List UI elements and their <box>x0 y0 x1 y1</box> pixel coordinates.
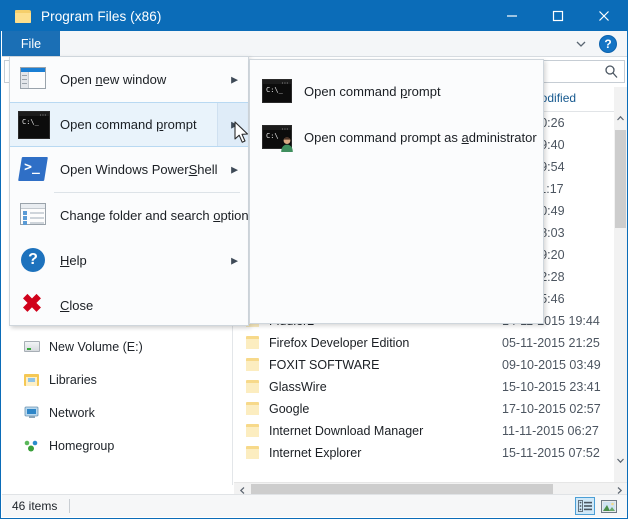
chevron-up-icon[interactable] <box>614 111 627 126</box>
vertical-scrollbar[interactable] <box>614 87 627 485</box>
large-icons-view-button[interactable] <box>599 497 619 515</box>
file-name: Firefox Developer Edition <box>269 336 502 350</box>
folder-icon <box>15 9 32 24</box>
folder-icon <box>246 380 261 394</box>
search-icon <box>604 64 619 79</box>
file-name: GlassWire <box>269 380 502 394</box>
file-name: Internet Download Manager <box>269 424 502 438</box>
status-divider <box>69 499 70 513</box>
sidebar-item-label: Homegroup <box>49 439 114 453</box>
folder-icon <box>246 446 261 460</box>
file-date: 15-10-2015 23:41 <box>502 380 614 394</box>
chevron-right-icon: ▶ <box>231 255 238 266</box>
network-icon <box>24 405 42 421</box>
file-date: 05-11-2015 21:25 <box>502 336 614 350</box>
table-row[interactable]: Internet Download Manager11-11-2015 06:2… <box>234 420 614 442</box>
window-controls <box>489 1 627 31</box>
window-title: Program Files (x86) <box>41 9 161 24</box>
sidebar-item-libraries[interactable]: Libraries <box>2 368 232 391</box>
menu-item-label: Change folder and search options <box>60 208 255 223</box>
table-row[interactable]: Google17-10-2015 02:57 <box>234 398 614 420</box>
minimize-button[interactable] <box>489 1 535 31</box>
sidebar-item-network[interactable]: Network <box>2 401 232 424</box>
menu-item-label: Open Windows PowerShell <box>60 162 218 177</box>
file-date: 17-10-2015 02:57 <box>502 402 614 416</box>
menu-item-help[interactable]: ? Help ▶ <box>10 238 248 283</box>
scrollbar-thumb[interactable] <box>615 130 626 228</box>
chevron-right-icon: ▶ <box>231 74 238 85</box>
sidebar-item-label: New Volume (E:) <box>49 340 143 354</box>
file-name: FOXIT SOFTWARE <box>269 358 502 372</box>
file-name: Internet Explorer <box>269 446 502 460</box>
status-bar: 46 items <box>2 494 627 517</box>
command-prompt-icon: •••C:\_ <box>262 79 292 103</box>
submenu-item-open-command-prompt[interactable]: •••C:\_ Open command prompt <box>250 68 543 114</box>
sidebar-item-label: Network <box>49 406 95 420</box>
table-row[interactable]: GlassWire15-10-2015 23:41 <box>234 376 614 398</box>
menu-item-open-command-prompt[interactable]: •••C:\_ Open command prompt ▶ <box>10 102 248 147</box>
menu-item-change-folder-options[interactable]: Change folder and search options <box>10 193 248 238</box>
sidebar-item-homegroup[interactable]: Homegroup <box>2 434 232 457</box>
chevron-right-icon: ▶ <box>231 119 238 130</box>
menu-item-label: Open command prompt <box>60 117 197 132</box>
close-button[interactable] <box>581 1 627 31</box>
menu-item-label: Open new window <box>60 72 166 87</box>
explorer-window: Program Files (x86) File ? <box>0 0 628 519</box>
menu-item-close[interactable]: ✖ Close <box>10 283 248 328</box>
menu-item-open-new-window[interactable]: Open new window ▶ <box>10 57 248 102</box>
folder-icon <box>246 358 261 372</box>
submenu-item-label: Open command prompt as administrator <box>304 130 537 145</box>
help-icon: ? <box>18 247 50 275</box>
command-prompt-icon: •••C:\_ <box>18 111 50 139</box>
sidebar-item-label: Libraries <box>49 373 97 387</box>
ribbon-tab-strip: File ? <box>2 31 627 57</box>
menu-item-label: Close <box>60 298 93 313</box>
command-prompt-submenu[interactable]: •••C:\_ Open command prompt •••C:\ Open … <box>249 59 544 324</box>
table-row[interactable]: FOXIT SOFTWARE09-10-2015 03:49 <box>234 354 614 376</box>
file-name: Google <box>269 402 502 416</box>
title-bar: Program Files (x86) <box>1 1 627 31</box>
file-date: 15-11-2015 07:52 <box>502 446 614 460</box>
close-x-icon: ✖ <box>18 292 50 320</box>
file-menu-dropdown[interactable]: Open new window ▶ •••C:\_ Open command p… <box>9 56 249 326</box>
libraries-icon <box>24 372 42 388</box>
submenu-item-label: Open command prompt <box>304 84 441 99</box>
chevron-right-icon: ▶ <box>231 164 238 175</box>
menu-item-label: Help <box>60 253 87 268</box>
details-view-button[interactable] <box>575 497 595 515</box>
folder-icon <box>246 402 261 416</box>
item-count-label: 46 items <box>12 499 57 513</box>
user-overlay-icon <box>280 136 294 152</box>
drive-icon <box>24 339 42 355</box>
powershell-icon: >_ <box>18 156 50 184</box>
menu-item-open-powershell[interactable]: >_ Open Windows PowerShell ▶ <box>10 147 248 192</box>
new-window-icon <box>18 66 50 94</box>
help-button[interactable]: ? <box>599 35 617 53</box>
view-buttons <box>575 497 619 515</box>
folder-options-icon <box>18 202 50 230</box>
maximize-button[interactable] <box>535 1 581 31</box>
folder-icon <box>246 424 261 438</box>
file-date: 11-11-2015 06:27 <box>502 424 614 438</box>
homegroup-icon <box>24 438 42 454</box>
table-row[interactable]: Firefox Developer Edition05-11-2015 21:2… <box>234 332 614 354</box>
submenu-item-open-command-prompt-admin[interactable]: •••C:\ Open command prompt as administra… <box>250 114 543 160</box>
chevron-down-icon[interactable] <box>614 453 627 468</box>
sidebar-item-new-volume[interactable]: New Volume (E:) <box>2 335 232 358</box>
tab-file[interactable]: File <box>2 31 60 56</box>
chevron-down-icon[interactable] <box>573 36 589 52</box>
file-date: 09-10-2015 03:49 <box>502 358 614 372</box>
table-row[interactable]: Internet Explorer15-11-2015 07:52 <box>234 442 614 464</box>
folder-icon <box>246 336 261 350</box>
command-prompt-admin-icon: •••C:\ <box>262 125 292 149</box>
